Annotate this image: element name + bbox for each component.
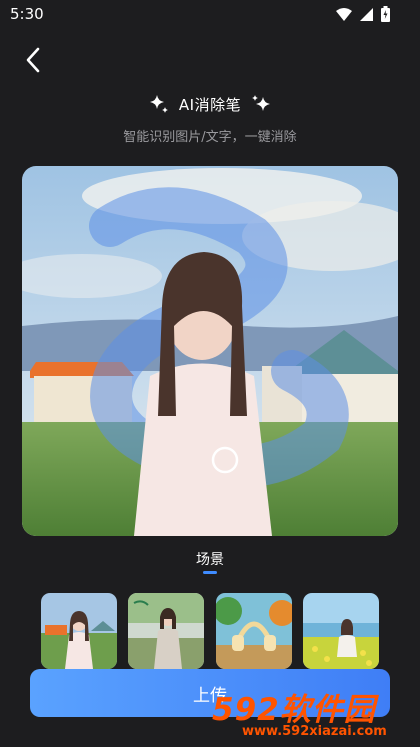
thumbnail-girl-outdoor[interactable] bbox=[128, 593, 204, 669]
battery-icon bbox=[381, 6, 390, 22]
status-bar: 5:30 bbox=[0, 0, 420, 30]
page-subtitle: 智能识别图片/文字，一键消除 bbox=[123, 130, 297, 145]
status-icons bbox=[336, 6, 390, 22]
thumbnail-flower-field[interactable] bbox=[303, 593, 379, 669]
chevron-left-icon bbox=[26, 47, 40, 73]
title-row: AI消除笔 bbox=[0, 92, 420, 116]
page-title: AI消除笔 bbox=[178, 95, 242, 114]
signal-icon bbox=[360, 7, 373, 21]
scene-thumbnails bbox=[41, 593, 379, 669]
watermark-logo: 592软件园 bbox=[212, 692, 376, 728]
thumbnail-headphones[interactable] bbox=[216, 593, 292, 669]
watermark: 592软件园 www.592xiazai.com bbox=[206, 684, 420, 747]
sparkle-icon bbox=[252, 95, 271, 111]
watermark-url: www.592xiazai.com bbox=[242, 724, 387, 739]
back-button[interactable] bbox=[22, 46, 46, 74]
sparkle-icon bbox=[149, 95, 168, 113]
wifi-icon bbox=[336, 7, 352, 21]
tab-indicator bbox=[203, 571, 217, 574]
preview-image bbox=[22, 166, 398, 536]
thumbnail-girl-grass[interactable] bbox=[41, 593, 117, 669]
tab-scene[interactable]: 场景 bbox=[0, 549, 420, 569]
status-time: 5:30 bbox=[10, 5, 44, 23]
